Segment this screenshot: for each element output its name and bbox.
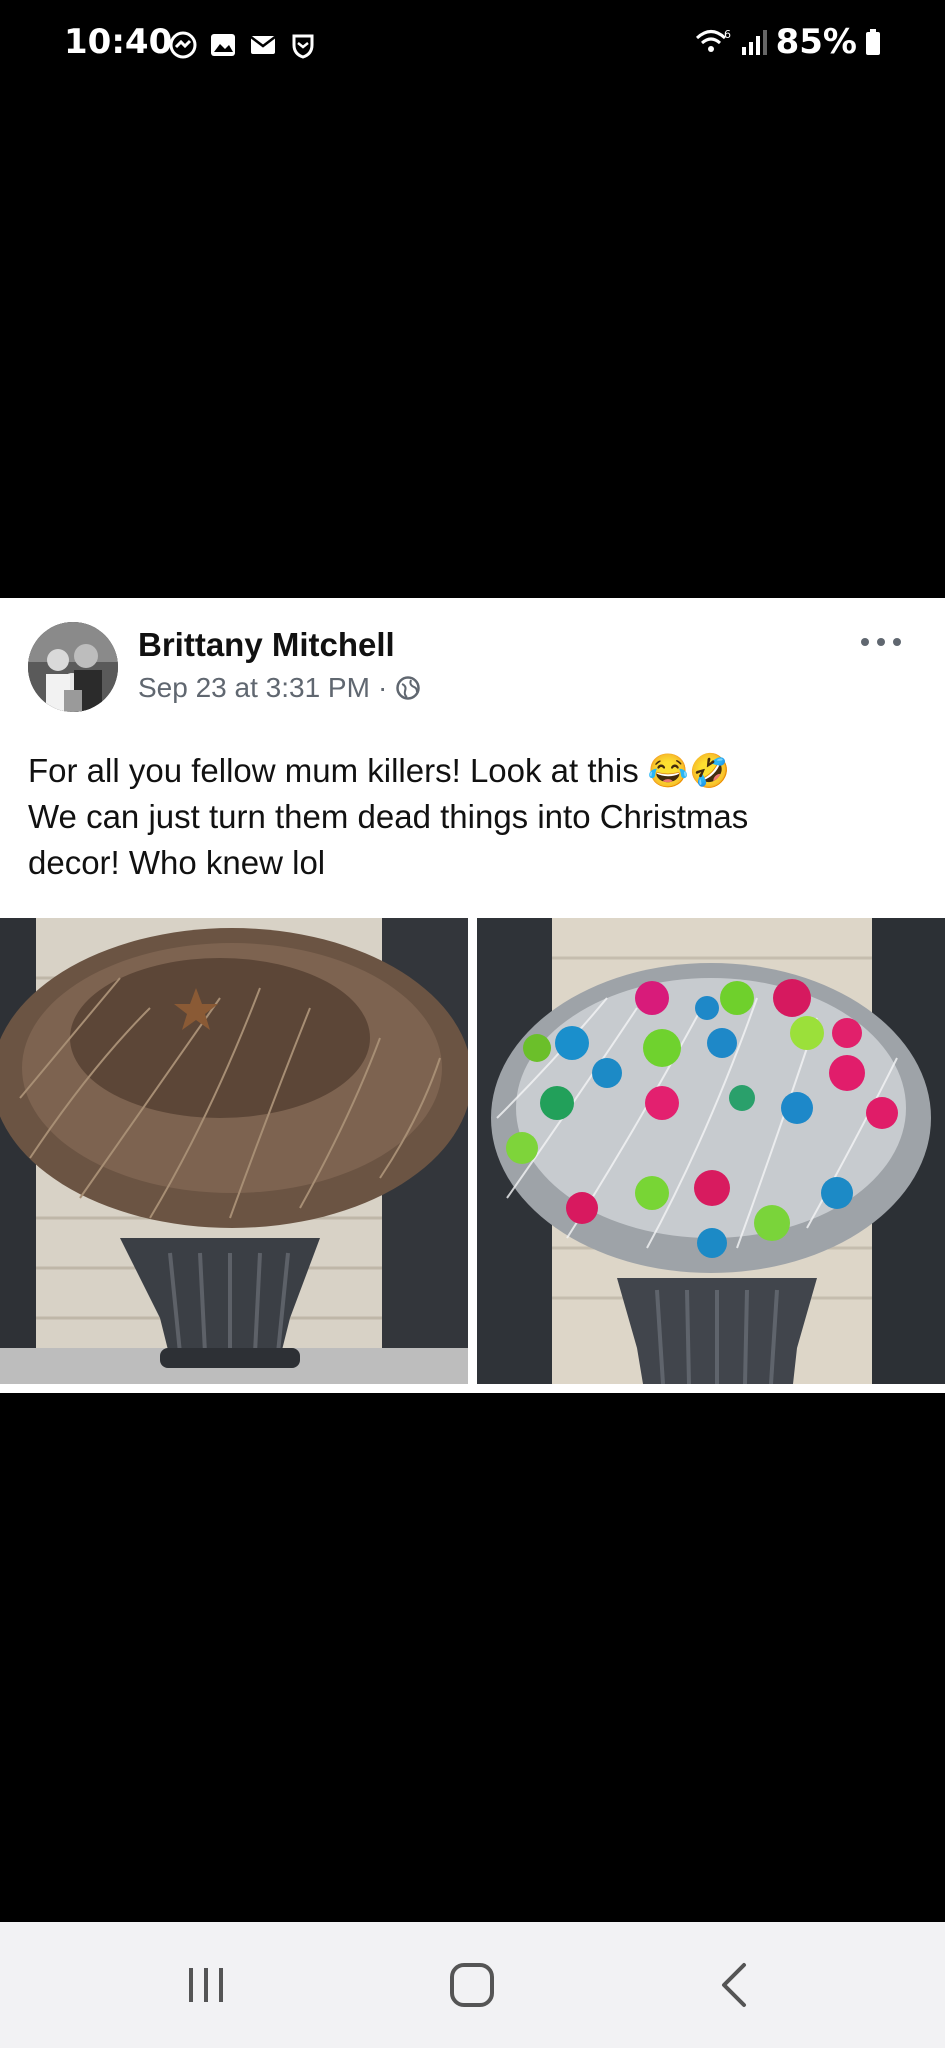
post-date[interactable]: Sep 23 at 3:31 PM <box>138 672 370 704</box>
laughing-emojis: 😂🤣 <box>647 752 731 789</box>
gallery-icon <box>211 34 235 56</box>
meta-separator: · <box>377 672 388 703</box>
post-photos <box>0 918 945 1384</box>
post-text-line-2: We can just turn them dead things into C… <box>28 798 749 835</box>
globe-icon <box>396 676 421 700</box>
post-meta: Sep 23 at 3:31 PM · <box>138 672 421 704</box>
post-text: For all you fellow mum killers! Look at … <box>28 748 908 886</box>
mail-icon <box>250 36 276 54</box>
home-icon[interactable] <box>442 1960 502 2010</box>
more-options-icon[interactable] <box>857 630 905 654</box>
system-nav-bar <box>0 1922 945 2048</box>
post-text-line-3: decor! Who knew lol <box>28 844 326 881</box>
author-name[interactable]: Brittany Mitchell <box>138 626 395 664</box>
network-badge: 6 <box>724 28 731 41</box>
photo-decorated-mum[interactable] <box>476 918 945 1384</box>
wifi-icon: 6 <box>695 28 731 52</box>
status-time: 10:40 <box>64 22 173 62</box>
system-icons: 6 85% <box>694 22 881 62</box>
recent-apps-icon[interactable] <box>176 1960 236 2010</box>
photo-dead-mum[interactable] <box>0 918 469 1384</box>
notification-icons <box>168 30 318 60</box>
phone-screen: 10:40 6 85% Brittany Mitchell Sep 23 at … <box>0 0 945 2048</box>
security-shield-icon <box>292 34 314 59</box>
author-avatar[interactable] <box>28 622 118 712</box>
facebook-post: Brittany Mitchell Sep 23 at 3:31 PM · Fo… <box>0 598 945 1393</box>
post-text-line-1: For all you fellow mum killers! Look at … <box>28 752 639 789</box>
battery-icon <box>866 29 880 55</box>
status-bar: 10:40 6 85% <box>0 0 945 92</box>
battery-percent: 85% <box>775 22 857 62</box>
signal-icon <box>741 30 767 55</box>
back-icon[interactable] <box>706 1960 766 2010</box>
messenger-icon <box>169 31 197 59</box>
